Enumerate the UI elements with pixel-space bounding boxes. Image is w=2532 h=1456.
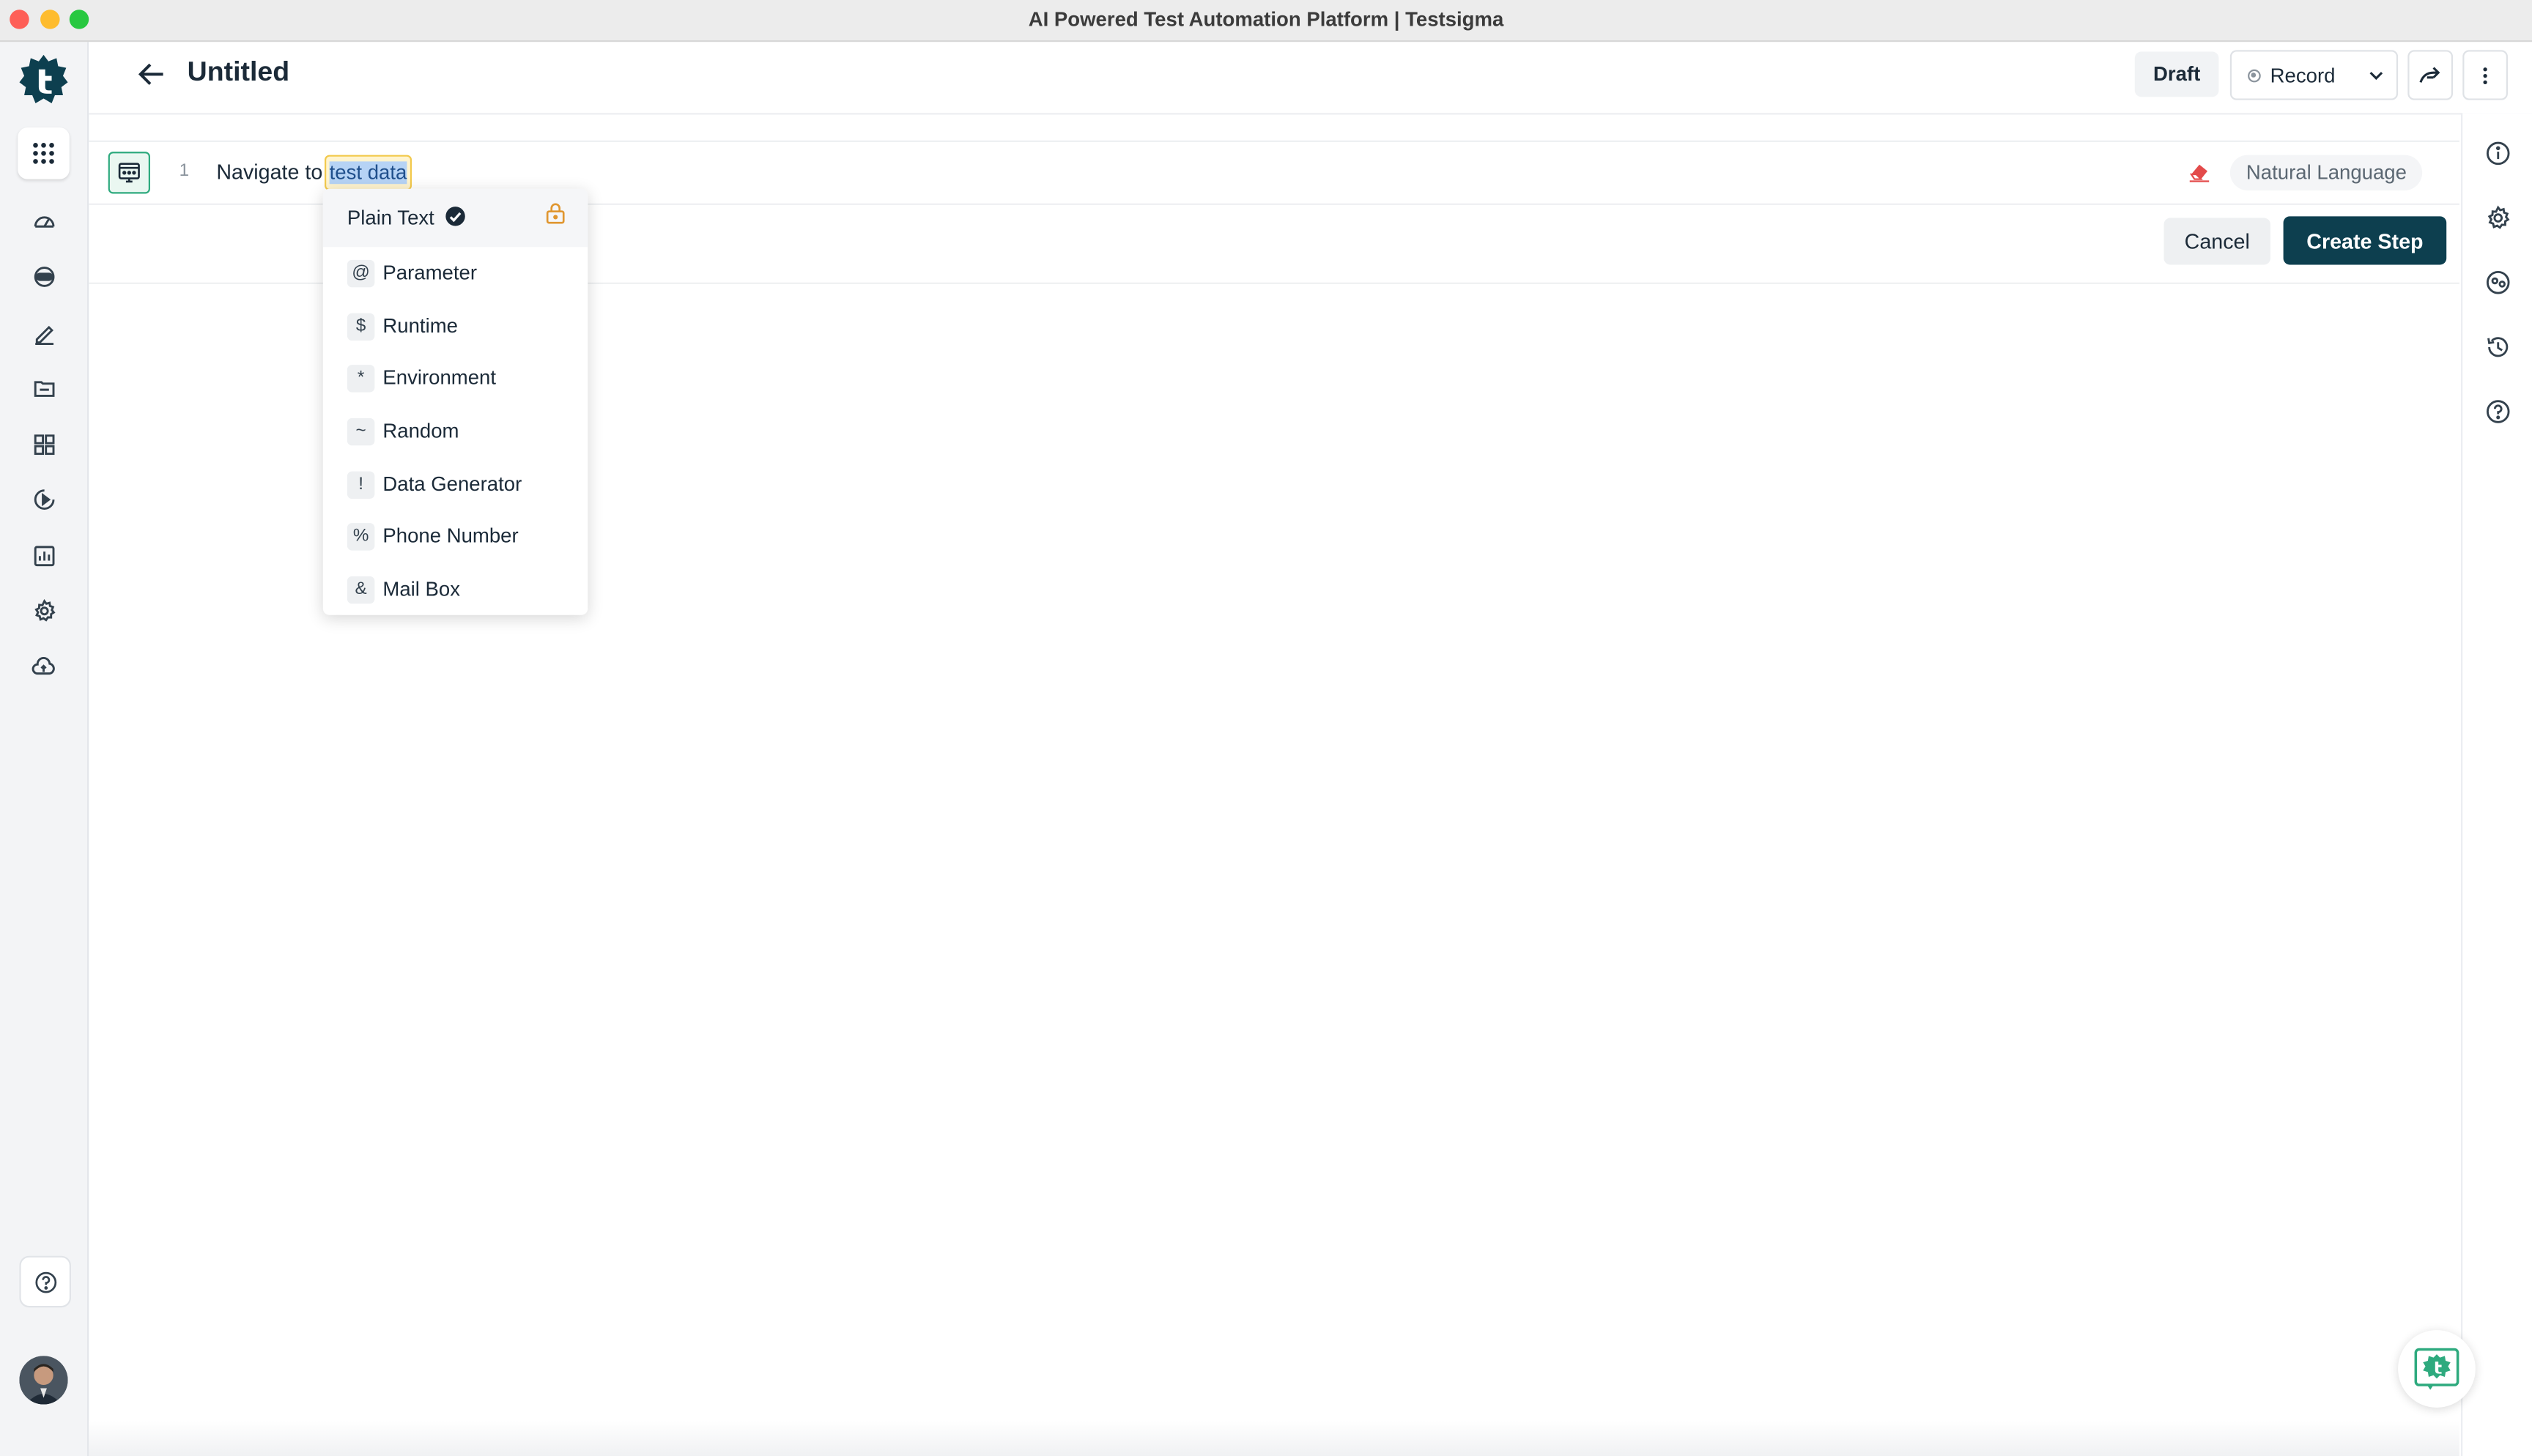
cloud-icon[interactable] <box>21 644 67 689</box>
page-header: Untitled Draft Record <box>89 42 2532 115</box>
step-settings-icon[interactable] <box>2484 204 2513 233</box>
phone-number-symbol: % <box>347 521 375 550</box>
data-generator-option[interactable]: ! Data Generator <box>347 468 522 500</box>
record-dot-icon <box>2247 68 2261 82</box>
info-icon[interactable] <box>2484 139 2513 168</box>
ai-assist-icon[interactable] <box>2484 268 2513 297</box>
natural-language-mode-badge[interactable]: Natural Language <box>2229 155 2424 191</box>
history-icon[interactable] <box>2484 333 2513 362</box>
phone-number-label: Phone Number <box>382 524 519 548</box>
bottom-shade <box>89 1420 2459 1456</box>
record-label: Record <box>2270 64 2336 86</box>
draft-status-badge: Draft <box>2134 51 2219 97</box>
left-sidebar <box>0 42 89 1456</box>
checkmark-icon <box>445 207 465 226</box>
mail-box-label: Mail Box <box>382 578 461 601</box>
window-title: AI Powered Test Automation Platform | Te… <box>1028 8 1504 31</box>
test-data-placeholder[interactable]: test data <box>325 155 412 191</box>
forward-arrow-icon <box>2419 66 2440 82</box>
help-button[interactable] <box>19 1255 71 1308</box>
mail-box-symbol: & <box>347 575 375 603</box>
step-action-text[interactable]: Navigate to <box>216 160 322 184</box>
dashboard-icon[interactable] <box>21 198 67 244</box>
reports-icon[interactable] <box>21 532 67 578</box>
create-step-button[interactable]: Create Step <box>2283 216 2447 265</box>
record-button-group: Record <box>2229 50 2399 100</box>
chat-assistant-icon <box>2414 1348 2459 1390</box>
random-option[interactable]: ~ Random <box>347 415 459 447</box>
random-symbol: ~ <box>347 417 375 445</box>
record-options-chevron-down-icon[interactable] <box>2355 52 2396 99</box>
plain-text-label: Plain Text <box>347 207 434 229</box>
more-vertical-icon <box>2483 67 2487 83</box>
parameter-label: Parameter <box>382 261 478 284</box>
folder-icon[interactable] <box>21 365 67 410</box>
record-button[interactable]: Record <box>2232 52 2351 99</box>
environment-label: Environment <box>382 366 497 390</box>
agent-icon[interactable] <box>21 253 67 299</box>
mail-box-option[interactable]: & Mail Box <box>347 573 460 605</box>
cancel-button[interactable]: Cancel <box>2163 218 2270 265</box>
data-generator-label: Data Generator <box>382 472 522 496</box>
run-icon[interactable] <box>21 476 67 521</box>
plain-text-option[interactable]: Plain Text <box>322 188 588 248</box>
more-options-button[interactable] <box>2462 50 2508 100</box>
step-type-icon[interactable] <box>108 152 150 194</box>
edit-icon[interactable] <box>21 310 67 355</box>
test-data-type-dropdown: Plain Text @ Parameter $ Runtime * Envir… <box>322 188 588 615</box>
environment-symbol: * <box>347 364 375 392</box>
help-icon <box>34 1271 56 1293</box>
lock-icon[interactable] <box>546 202 565 233</box>
help-question-icon[interactable] <box>2484 397 2513 426</box>
modules-icon[interactable] <box>21 421 67 467</box>
settings-icon[interactable] <box>21 587 67 633</box>
runtime-symbol: $ <box>347 312 375 340</box>
user-avatar[interactable] <box>19 1356 68 1405</box>
runtime-option[interactable]: $ Runtime <box>347 310 458 342</box>
eraser-icon[interactable] <box>2188 161 2214 184</box>
back-arrow-icon[interactable] <box>134 56 169 92</box>
right-sidebar <box>2461 113 2532 1456</box>
random-label: Random <box>382 420 459 442</box>
share-forward-button[interactable] <box>2407 50 2454 100</box>
testsigma-logo-icon[interactable] <box>18 53 70 105</box>
runtime-label: Runtime <box>382 314 458 338</box>
parameter-option[interactable]: @ Parameter <box>347 256 477 289</box>
page-title[interactable]: Untitled <box>188 56 289 89</box>
parameter-symbol: @ <box>347 259 375 287</box>
window-titlebar: AI Powered Test Automation Platform | Te… <box>0 0 2532 42</box>
apps-grid-icon[interactable] <box>18 127 70 179</box>
phone-number-option[interactable]: % Phone Number <box>347 520 519 552</box>
step-number: 1 <box>179 161 190 181</box>
chat-assistant-button[interactable] <box>2398 1330 2476 1408</box>
data-generator-symbol: ! <box>347 470 375 498</box>
test-data-value: test data <box>329 161 407 185</box>
environment-option[interactable]: * Environment <box>347 362 496 394</box>
